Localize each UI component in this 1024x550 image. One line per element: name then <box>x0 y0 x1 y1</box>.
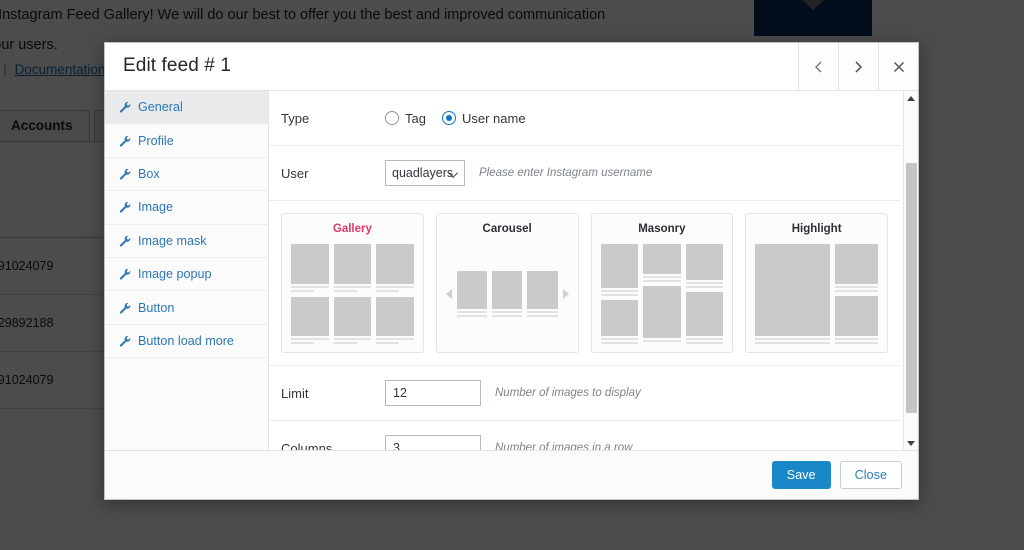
columns-input-value: 3 <box>393 441 400 450</box>
limit-input-value: 12 <box>393 386 407 400</box>
limit-description: Number of images to display <box>495 387 641 399</box>
save-button[interactable]: Save <box>771 461 831 489</box>
chevron-left-icon <box>815 61 822 72</box>
limit-label: Limit <box>281 385 309 401</box>
type-label: Type <box>281 110 310 126</box>
sidebar-item-image-mask[interactable]: Image mask <box>105 225 268 258</box>
user-label: User <box>281 165 309 181</box>
sidebar-item-button-load-more[interactable]: Button load more <box>105 325 268 359</box>
field-row-limit: Limit 12 Number of images to display <box>269 366 900 421</box>
next-feed-button[interactable] <box>838 43 878 90</box>
field-row-columns: Columns 3 Number of images in a row <box>269 421 900 450</box>
type-radio-group: Tag User name <box>385 111 536 126</box>
wrench-icon <box>119 202 131 213</box>
sidebar-item-label: Image <box>138 200 174 215</box>
layout-card-masonry[interactable]: Masonry <box>590 213 734 353</box>
wrench-icon <box>119 235 131 247</box>
radio-user-name[interactable] <box>441 111 456 125</box>
wrench-icon <box>119 135 131 147</box>
chevron-right-icon <box>855 60 863 73</box>
modal-footer: Save Close <box>105 451 918 499</box>
wrench-icon <box>119 302 131 314</box>
scroll-down-arrow-icon[interactable] <box>904 436 918 450</box>
sidebar-item-label: Button <box>138 300 175 315</box>
arrow-right-icon <box>562 289 569 299</box>
masonry-preview-icon <box>600 244 724 344</box>
sidebar-item-image-popup[interactable]: Image popup <box>105 258 268 292</box>
sidebar-item-profile[interactable]: Profile <box>105 124 268 158</box>
close-icon <box>893 61 904 72</box>
close-button[interactable]: Close <box>839 461 902 489</box>
layout-card-carousel[interactable]: Carousel <box>435 213 579 353</box>
wrench-icon <box>119 102 131 113</box>
layout-card-highlight[interactable]: Highlight <box>745 213 888 353</box>
sidebar-item-label: Button load more <box>138 333 234 348</box>
sidebar-item-box[interactable]: Box <box>105 158 268 192</box>
layout-card-title: Masonry <box>638 223 686 235</box>
columns-input[interactable]: 3 <box>385 435 481 450</box>
field-row-user: User quadlayers Please enter Instagram u… <box>269 146 900 201</box>
modal-body: General Profile Box Image Image mask Ima… <box>105 91 918 451</box>
modal-header-buttons <box>798 43 918 90</box>
modal-header: Edit feed # 1 <box>105 43 918 91</box>
radio-tag-label[interactable]: Tag <box>405 111 426 126</box>
arrow-left-icon <box>445 289 452 299</box>
layout-card-title: Carousel <box>482 223 532 235</box>
modal-content: Type Tag User name User quadlayers Pleas… <box>269 91 918 450</box>
close-modal-button[interactable] <box>878 43 918 90</box>
highlight-preview-icon <box>755 244 878 344</box>
layout-card-gallery[interactable]: Gallery <box>281 213 424 353</box>
wrench-icon <box>119 269 131 280</box>
user-select[interactable]: quadlayers <box>385 160 465 186</box>
field-row-type: Type Tag User name <box>269 91 900 146</box>
carousel-preview-icon <box>445 244 569 344</box>
sidebar-item-label: Image mask <box>138 233 207 248</box>
wrench-icon <box>119 168 131 180</box>
columns-description: Number of images in a row <box>495 442 633 450</box>
sidebar-item-image[interactable]: Image <box>105 191 268 225</box>
limit-input[interactable]: 12 <box>385 380 481 406</box>
edit-feed-modal: Edit feed # 1 General Profile Box Image … <box>104 42 919 500</box>
prev-feed-button[interactable] <box>798 43 838 90</box>
layout-card-title: Gallery <box>332 223 372 235</box>
radio-tag[interactable] <box>385 111 399 125</box>
sidebar-item-label: General <box>138 100 183 115</box>
wrench-icon <box>119 335 131 347</box>
modal-sidebar: General Profile Box Image Image mask Ima… <box>105 91 269 450</box>
sidebar-item-general[interactable]: General <box>105 91 268 125</box>
columns-label: Columns <box>281 440 333 451</box>
radio-user-name-label[interactable]: User name <box>462 111 526 126</box>
sidebar-item-label: Profile <box>138 133 174 148</box>
sidebar-item-label: Image popup <box>138 267 212 282</box>
scroll-up-arrow-icon[interactable] <box>904 91 918 105</box>
sidebar-item-button[interactable]: Button <box>105 291 268 325</box>
content-scrollbar[interactable] <box>903 91 918 450</box>
scrollbar-thumb[interactable] <box>906 163 917 413</box>
sidebar-item-label: Box <box>138 166 160 181</box>
layout-card-title: Highlight <box>791 223 842 235</box>
user-select-value: quadlayers <box>392 166 454 180</box>
page-title: Edit feed # 1 <box>123 55 231 76</box>
gallery-preview-icon <box>291 244 414 344</box>
settings-form: Type Tag User name User quadlayers Pleas… <box>269 91 918 450</box>
user-description: Please enter Instagram username <box>479 167 653 179</box>
layout-options: Gallery Carousel Masonry Highlight <box>269 201 900 366</box>
